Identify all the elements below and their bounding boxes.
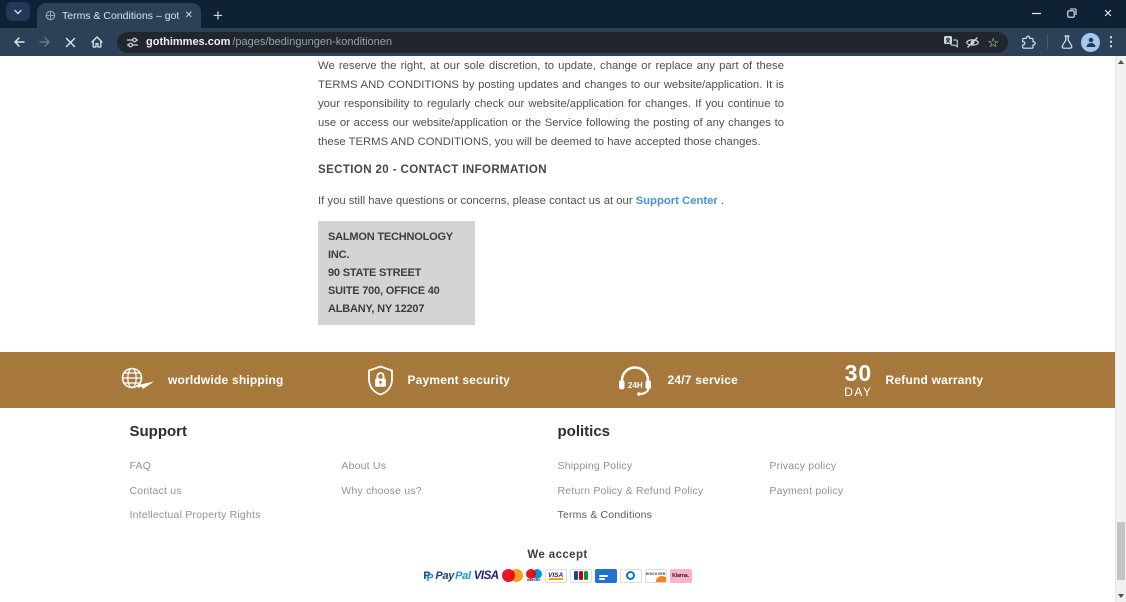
feature-payment-security: Payment security — [320, 362, 558, 398]
feature-label: Refund warranty — [885, 373, 984, 387]
contact-suffix: . — [720, 195, 724, 207]
browser-menu-icon[interactable]: ⋮ — [1103, 34, 1119, 50]
maestro-icon: maestro — [525, 568, 542, 583]
window-controls: ✕ — [1018, 0, 1126, 26]
restore-button[interactable] — [1054, 0, 1090, 26]
footer-link-terms-conditions[interactable]: Terms & Conditions — [558, 503, 770, 528]
forward-button[interactable] — [33, 31, 56, 54]
browser-tab[interactable]: Terms & Conditions – gothimm ✕ — [37, 3, 201, 28]
profile-avatar[interactable] — [1081, 32, 1100, 52]
minimize-button[interactable] — [1018, 0, 1054, 26]
paypal-icon: P P Pay Pal — [423, 569, 471, 584]
discover-icon: DISCOVER — [644, 568, 667, 583]
features-bar: worldwide shipping Payment security 24H … — [0, 352, 1115, 408]
address-line: SALMON TECHNOLOGY INC. — [328, 231, 453, 261]
feature-label: 24/7 service — [667, 373, 738, 387]
footer-politics-section: politics Shipping Policy Return Policy &… — [558, 423, 986, 528]
page-favicon — [45, 10, 56, 21]
address-line: 90 STATE STREET — [328, 267, 422, 279]
tab-close-button[interactable]: ✕ — [185, 10, 193, 21]
support-heading: Support — [129, 423, 188, 440]
payment-methods-row: P P Pay Pal VISA maestro VISA DISCOVER Klar… — [130, 568, 986, 584]
browser-toolbar: gothimmes.com /pages/bedingungen-konditi… — [0, 28, 1126, 56]
footer-link-faq[interactable]: FAQ — [130, 454, 342, 479]
chevron-down-icon — [14, 9, 22, 14]
we-accept-heading: We accept — [527, 548, 588, 561]
site-info-icon[interactable] — [126, 36, 139, 49]
amex-icon — [594, 568, 617, 583]
footer-link-privacy-policy[interactable]: Privacy policy — [769, 454, 981, 479]
klarna-icon: Klarna. — [669, 568, 692, 583]
footer-link-contact-us[interactable]: Contact us — [130, 479, 342, 504]
eye-off-icon[interactable] — [965, 36, 980, 49]
address-line: SUITE 700, OFFICE 40 — [328, 285, 440, 297]
home-button[interactable] — [85, 31, 108, 54]
browser-window: Terms & Conditions – gothimm ✕ + ✕ gothi… — [0, 0, 1126, 602]
page-viewport: We reserve the right, at our sole discre… — [0, 56, 1126, 602]
translate-icon[interactable] — [943, 35, 959, 49]
visa-card-icon: VISA — [544, 568, 567, 583]
scrollbar-up-arrow[interactable] — [1116, 56, 1126, 68]
feature-247-service: 24H 24/7 service — [558, 362, 796, 398]
jcb-icon — [569, 568, 592, 583]
tab-strip: Terms & Conditions – gothimm ✕ + ✕ — [0, 0, 1126, 28]
mastercard-icon — [501, 569, 523, 583]
tab-search-button[interactable] — [6, 2, 30, 21]
flask-icon[interactable] — [1055, 31, 1078, 54]
new-tab-button[interactable]: + — [213, 7, 223, 24]
feature-label: Payment security — [407, 373, 511, 387]
stop-button[interactable] — [59, 31, 82, 54]
toolbar-separator — [1047, 35, 1048, 49]
terms-paragraph: We reserve the right, at our sole discre… — [318, 60, 784, 148]
feature-refund-warranty: 30 DAY Refund warranty — [795, 360, 1033, 399]
back-button[interactable] — [7, 31, 30, 54]
headset-24h-icon: 24H — [618, 365, 651, 396]
url-domain: gothimmes.com — [146, 36, 231, 48]
diners-club-icon — [619, 568, 642, 583]
address-line: ALBANY, NY 12207 — [328, 303, 425, 315]
footer-link-shipping-policy[interactable]: Shipping Policy — [558, 454, 770, 479]
thirty-day-icon: 30 DAY — [844, 360, 873, 399]
scrollbar-down-arrow[interactable] — [1116, 590, 1126, 602]
contact-prefix: If you still have questions or concerns,… — [318, 195, 633, 207]
extensions-icon[interactable] — [1017, 31, 1040, 54]
footer-link-why-choose-us[interactable]: Why choose us? — [341, 479, 553, 504]
section-heading: SECTION 20 - CONTACT INFORMATION — [318, 164, 547, 176]
shield-lock-icon — [368, 365, 394, 395]
site-footer: Support FAQ Contact us Intellectual Prop… — [0, 408, 1115, 602]
close-button[interactable]: ✕ — [1090, 0, 1126, 26]
contact-line: If you still have questions or concerns,… — [318, 192, 784, 211]
support-center-link[interactable]: Support Center — [636, 195, 718, 207]
visa-icon: VISA — [473, 569, 499, 582]
scrollbar[interactable] — [1115, 56, 1126, 602]
footer-link-return-policy[interactable]: Return Policy & Refund Policy — [558, 479, 770, 504]
terms-content: We reserve the right, at our sole discre… — [318, 56, 784, 325]
address-bar[interactable]: gothimmes.com /pages/bedingungen-konditi… — [117, 31, 1008, 53]
footer-link-intellectual-property[interactable]: Intellectual Property Rights — [130, 503, 342, 528]
bookmark-star-icon[interactable]: ☆ — [987, 36, 999, 49]
feature-label: worldwide shipping — [167, 373, 284, 387]
feature-worldwide-shipping: worldwide shipping — [83, 362, 321, 398]
globe-plane-icon — [121, 367, 154, 389]
footer-support-section: Support FAQ Contact us Intellectual Prop… — [130, 423, 558, 528]
politics-heading: politics — [557, 423, 611, 440]
tab-title: Terms & Conditions – gothimm — [62, 9, 179, 22]
footer-link-payment-policy[interactable]: Payment policy — [769, 479, 981, 504]
svg-text:24H: 24H — [628, 381, 643, 390]
scrollbar-thumb[interactable] — [1117, 522, 1125, 580]
url-path: /pages/bedingungen-konditionen — [232, 36, 392, 48]
company-address-box: SALMON TECHNOLOGY INC. 90 STATE STREET S… — [318, 221, 475, 325]
footer-link-about-us[interactable]: About Us — [341, 454, 553, 479]
